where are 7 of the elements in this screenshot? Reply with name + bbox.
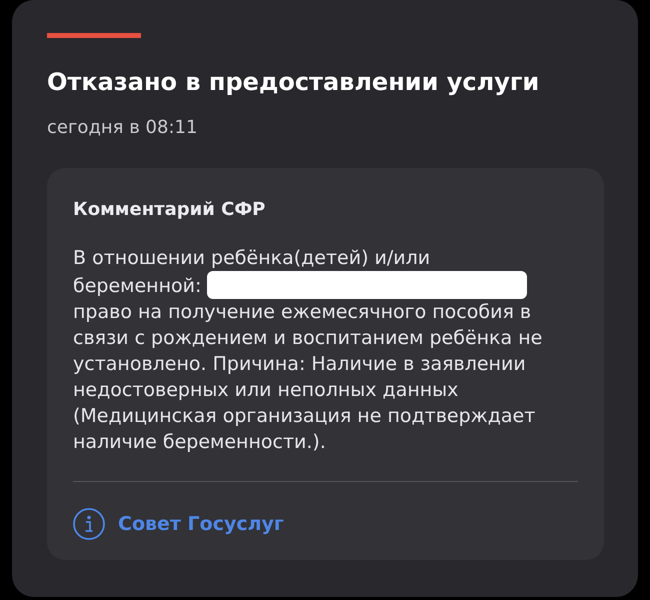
comment-text: В отношении ребёнка(детей) и/или беременной: <box>73 247 430 297</box>
timestamp: сегодня в 08:11 <box>47 117 198 139</box>
comment-text: право на получение ежемесячного пособия в связи с рождением и воспитанием ребёнка не установлено. Причина: Наличие в заявлении недостоверных или неполных данных (Медицинская организация не подтверждает наличие беременности.). <box>73 300 544 455</box>
comment-heading: Комментарий СФР <box>73 198 266 222</box>
tip-link[interactable]: Совет Госуслуг <box>73 508 284 540</box>
notification-title: Отказано в предоставлении услуги <box>47 67 540 97</box>
info-icon <box>73 508 105 540</box>
